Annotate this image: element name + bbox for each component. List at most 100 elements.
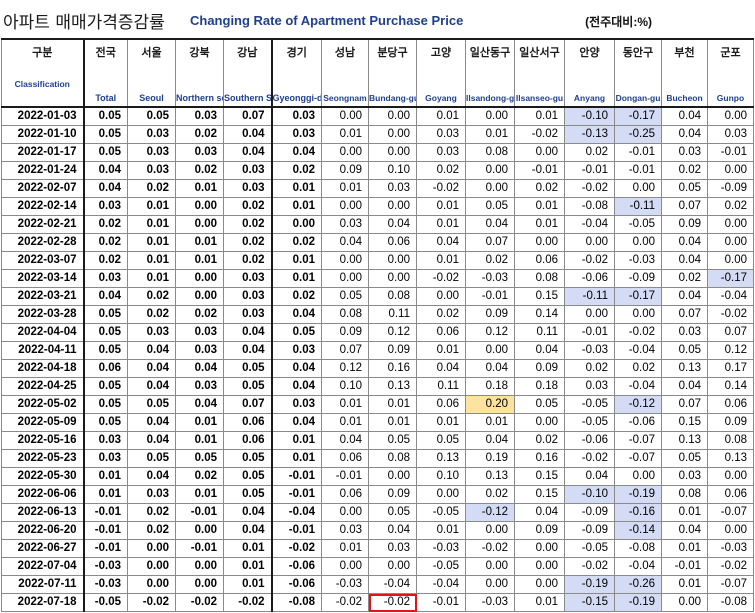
table-cell: 0.00	[175, 215, 224, 234]
table-cell: 0.02	[707, 197, 754, 216]
table-row: 2022-02-14 0.03 0.01 0.00 0.02 0.01 0.00 0.00 0.…	[1, 197, 754, 216]
table-cell: 0.03	[127, 143, 176, 162]
table-cell: 0.02	[127, 503, 176, 522]
table-cell: 0.08	[368, 449, 417, 468]
table-cell: 0.02	[127, 521, 176, 540]
row-date: 2022-05-23	[1, 449, 84, 468]
table-cell: -0.05	[416, 557, 466, 576]
table-cell: 0.03	[175, 341, 224, 360]
table-cell: 0.01	[416, 413, 466, 432]
column-header: 경기 Gyeonggi-do	[270, 38, 322, 108]
table-cell: 0.03	[223, 161, 273, 180]
row-date: 2022-04-11	[1, 341, 84, 360]
table-cell: 0.00	[707, 521, 754, 540]
table-cell: -0.04	[368, 575, 417, 594]
table-cell: 0.00	[465, 179, 515, 198]
table-cell: 0.10	[368, 161, 417, 180]
table-cell: 0.02	[465, 251, 515, 270]
table-cell: -0.02	[321, 593, 369, 612]
table-cell: 0.04	[270, 305, 322, 324]
table-cell: 0.09	[321, 323, 369, 342]
table-cell: 0.03	[82, 431, 128, 450]
table-cell: 0.01	[223, 557, 273, 576]
table-cell: 0.04	[661, 251, 708, 270]
table-cell: 0.04	[223, 125, 273, 144]
table-body: 2022-01-03 0.05 0.05 0.03 0.07 0.03 0.00 0.00 0.…	[1, 106, 754, 612]
table-cell: 0.02	[82, 215, 128, 234]
table-cell: 0.00	[127, 557, 176, 576]
table-cell: 0.06	[416, 323, 466, 342]
table-cell: 0.03	[127, 485, 176, 504]
table-cell: 0.06	[707, 395, 754, 414]
table-row: 2022-04-18 0.06 0.04 0.04 0.05 0.04 0.12 0.16 0.…	[1, 359, 754, 378]
table-cell: 0.04	[661, 106, 708, 126]
table-cell: -0.03	[707, 539, 754, 558]
row-date: 2022-06-06	[1, 485, 84, 504]
table-cell: -0.01	[564, 161, 615, 180]
table-row: 2022-05-16 0.03 0.04 0.01 0.06 0.01 0.04 0.05 0.…	[1, 431, 754, 450]
table-cell: -0.09	[707, 179, 754, 198]
row-date: 2022-02-07	[1, 179, 84, 198]
table-row: 2022-06-27 -0.01 0.00 -0.01 0.01 -0.02 0.01 0.0…	[1, 539, 754, 558]
table-cell: -0.16	[614, 503, 662, 522]
table-cell: 0.01	[82, 485, 128, 504]
table-cell: 0.03	[223, 305, 273, 324]
table-cell: 0.09	[368, 341, 417, 360]
table-cell: -0.19	[614, 485, 662, 504]
table-cell: 0.01	[270, 179, 322, 198]
table-cell: 0.04	[321, 431, 369, 450]
table-cell: 0.02	[127, 287, 176, 306]
table-cell: 0.06	[82, 359, 128, 378]
table-cell: -0.08	[270, 593, 322, 612]
table-cell: 0.02	[175, 125, 224, 144]
table-cell: -0.17	[707, 269, 754, 288]
table-cell: 0.00	[368, 143, 417, 162]
table-cell: 0.03	[707, 125, 754, 144]
table-row: 2022-02-28 0.02 0.01 0.01 0.02 0.02 0.04 0.06 0.…	[1, 233, 754, 252]
table-cell: -0.26	[614, 575, 662, 594]
table-cell: 0.03	[270, 125, 322, 144]
table-cell: 0.04	[321, 233, 369, 252]
table-cell: -0.11	[564, 287, 615, 306]
table-cell: 0.00	[368, 467, 417, 486]
table-row: 2022-07-04 -0.03 0.00 0.00 0.01 -0.06 0.00 0.00…	[1, 557, 754, 576]
table-cell: 0.04	[661, 233, 708, 252]
table-cell: 0.05	[82, 323, 128, 342]
column-header-korean: 부천	[674, 46, 695, 59]
table-cell: 0.05	[82, 305, 128, 324]
table-row: 2022-03-21 0.04 0.02 0.00 0.03 0.02 0.05 0.08 0.…	[1, 287, 754, 306]
column-header-korean: 군포	[720, 46, 741, 59]
table-cell: 0.05	[82, 143, 128, 162]
table-cell: 0.06	[416, 395, 466, 414]
row-date: 2022-02-28	[1, 233, 84, 252]
table-cell: 0.01	[661, 539, 708, 558]
table-cell: 0.13	[661, 359, 708, 378]
table-cell: 0.16	[368, 359, 417, 378]
table-cell: 0.00	[465, 341, 515, 360]
table-cell: 0.05	[127, 449, 176, 468]
table-cell: -0.08	[564, 197, 615, 216]
table-cell: 0.11	[514, 323, 565, 342]
table-cell: 0.00	[614, 179, 662, 198]
table-cell: 0.02	[514, 179, 565, 198]
table-cell: 0.03	[661, 467, 708, 486]
table-cell: 0.09	[465, 305, 515, 324]
table-cell: 0.00	[707, 233, 754, 252]
table-cell: -0.02	[707, 305, 754, 324]
table-cell: 0.04	[175, 395, 224, 414]
column-header-korean: 강남	[237, 46, 258, 59]
table-row: 2022-03-14 0.03 0.01 0.00 0.03 0.01 0.00 0.00 -0…	[1, 269, 754, 288]
table-cell: -0.09	[564, 503, 615, 522]
table-cell: 0.00	[321, 251, 369, 270]
table-cell: 0.02	[127, 305, 176, 324]
table-cell: 0.12	[321, 359, 369, 378]
column-header-korean: 전국	[95, 46, 116, 59]
table-cell: 0.01	[127, 215, 176, 234]
table-cell: -0.05	[416, 503, 466, 522]
table-cell: 0.00	[465, 521, 515, 540]
table-cell: 0.05	[82, 413, 128, 432]
table-cell: 0.07	[661, 305, 708, 324]
table-cell: 0.04	[270, 143, 322, 162]
table-cell: 0.07	[223, 106, 273, 126]
table-cell: 0.04	[661, 287, 708, 306]
